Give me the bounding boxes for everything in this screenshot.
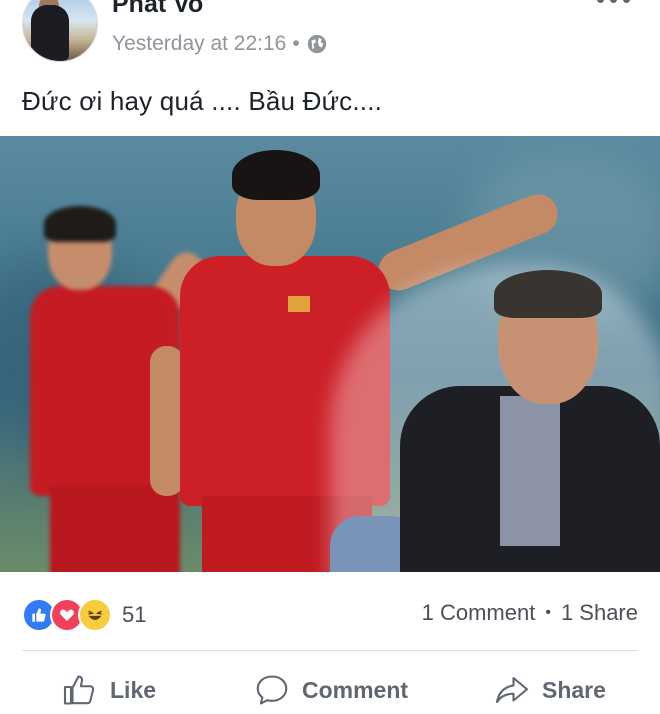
reactions-summary[interactable]: 51 [22,598,146,632]
share-count[interactable]: 1 Share [561,600,638,626]
reaction-count: 51 [122,602,147,627]
haha-icon [78,598,112,632]
post-text: Đức ơi hay quá .... Bầu Đức.... [22,86,383,116]
shirt-badge [288,296,310,312]
author-avatar[interactable] [22,0,98,62]
like-button[interactable]: Like [62,672,156,708]
globe-icon[interactable] [306,33,328,55]
more-dot [623,0,630,3]
more-dot [597,0,604,3]
divider [22,650,638,651]
player-hair [232,150,320,200]
comment-button[interactable]: Comment [254,672,408,708]
avatar-body [31,5,69,61]
post-stats: 51 1 Comment • 1 Share [0,590,660,634]
post-meta: Yesterday at 22:16 • [112,32,328,56]
photo-man-seated [330,266,660,572]
man-hair [494,270,602,318]
post-photo[interactable] [0,136,660,572]
more-dot [610,0,617,3]
author-name[interactable]: Phat Vo [112,0,203,19]
like-label: Like [110,676,157,703]
share-button[interactable]: Share [494,672,606,708]
count-separator: • [545,604,551,621]
thumbs-up-icon [63,675,95,705]
comment-count[interactable]: 1 Comment [422,600,536,626]
post-timestamp[interactable]: Yesterday at 22:16 [112,32,286,56]
player-hair [44,206,116,242]
comment-icon [256,675,288,705]
player-arm [150,346,184,496]
meta-separator: • [292,32,300,55]
share-label: Share [542,676,606,703]
more-dots-icon[interactable] [597,0,630,3]
comment-label: Comment [302,676,409,703]
man-shirt [500,396,560,546]
action-bar: Like Comment Share [0,664,660,714]
engagement-counts: 1 Comment • 1 Share [422,600,638,626]
share-arrow-icon [495,676,529,704]
post-header: Phat Vo Yesterday at 22:16 • [0,0,660,70]
